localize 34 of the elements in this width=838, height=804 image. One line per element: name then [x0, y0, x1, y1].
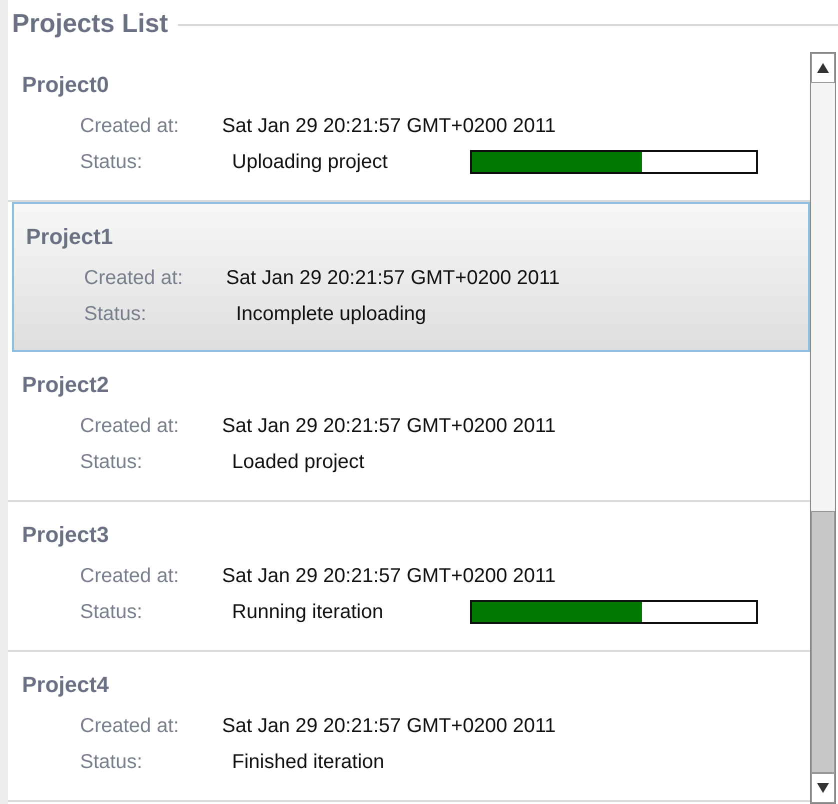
project-item[interactable]: Project1 Created at: Sat Jan 29 20:21:57 GMT+0200 2011 Status: Incomplete uploading — [12, 202, 810, 352]
project-name: Project4 — [22, 672, 110, 698]
field-label: Status: — [80, 600, 144, 624]
project-name: Project2 — [22, 372, 110, 398]
created-date: Sat Jan 29 20:21:57 GMT+0200 2011 — [222, 564, 556, 588]
field-label: Created at: — [80, 114, 180, 138]
field-label: Status: — [80, 750, 144, 774]
status-text: Finished iteration — [231, 750, 386, 774]
created-date: Sat Jan 29 20:21:57 GMT+0200 2011 — [222, 114, 556, 138]
project-name: Project3 — [22, 522, 110, 548]
created-date: Sat Jan 29 20:21:57 GMT+0200 2011 — [222, 714, 556, 738]
project-name: Project0 — [22, 72, 110, 98]
project-item[interactable]: Project3 Created at: Sat Jan 29 20:21:57 GMT+0200 2011 Status: Running iteration — [8, 502, 810, 652]
panel-title: Projects List — [11, 8, 168, 38]
status-text: Loaded project — [231, 450, 366, 474]
scroll-down-button[interactable] — [811, 773, 835, 803]
field-label: Created at: — [80, 564, 180, 588]
status-text: Running iteration — [231, 600, 384, 624]
field-label: Status: — [80, 150, 144, 174]
down-arrow-icon — [817, 783, 829, 793]
created-date: Sat Jan 29 20:21:57 GMT+0200 2011 — [226, 266, 560, 290]
scrollbar[interactable] — [810, 52, 836, 804]
created-date: Sat Jan 29 20:21:57 GMT+0200 2011 — [222, 414, 556, 438]
status-text: Uploading project — [231, 150, 389, 174]
scrollbar-thumb[interactable] — [811, 511, 835, 773]
status-text: Incomplete uploading — [235, 302, 428, 326]
up-arrow-icon — [817, 63, 829, 73]
field-label: Created at: — [80, 414, 180, 438]
scroll-up-button[interactable] — [811, 53, 835, 83]
project-name: Project1 — [26, 224, 114, 250]
field-label: Status: — [80, 450, 144, 474]
field-label: Created at: — [84, 266, 184, 290]
field-label: Status: — [84, 302, 148, 326]
field-label: Created at: — [80, 714, 180, 738]
